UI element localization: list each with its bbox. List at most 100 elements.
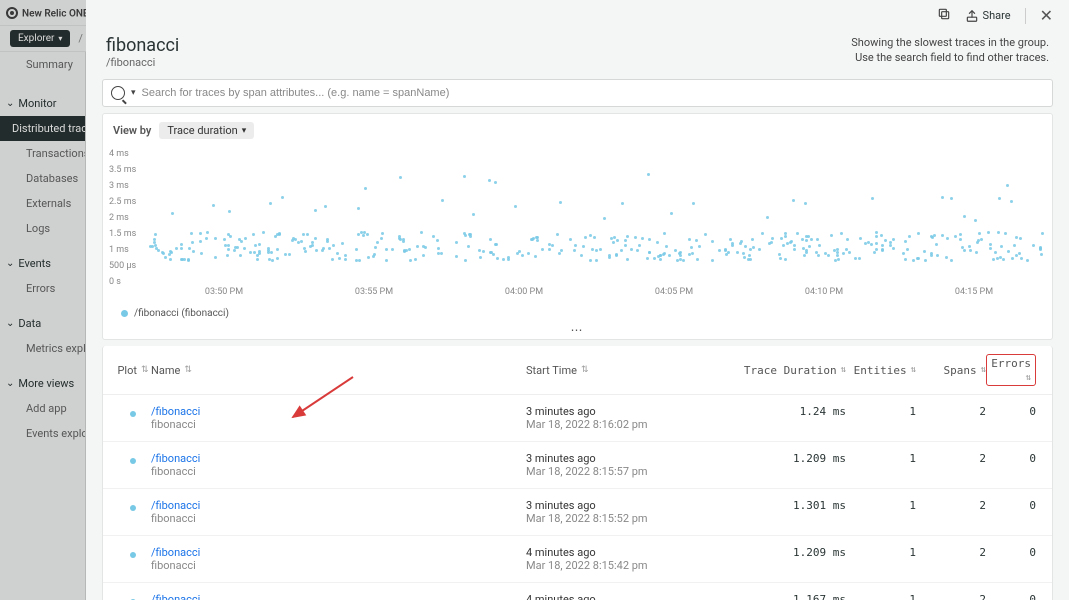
sidebar-item-errors[interactable]: Errors bbox=[0, 276, 85, 301]
search-input[interactable] bbox=[142, 87, 1044, 99]
copy-link-icon[interactable] bbox=[937, 7, 951, 24]
starttime-cell: 3 minutes agoMar 18, 2022 8:15:57 pm bbox=[526, 452, 716, 478]
viewby-dropdown[interactable]: Trace duration▾ bbox=[159, 122, 254, 139]
table-row[interactable]: /fibonaccifibonacci4 minutes agoMar 18, … bbox=[103, 536, 1052, 583]
name-cell: /fibonaccifibonacci bbox=[151, 546, 526, 572]
errors-cell: 0 bbox=[986, 405, 1040, 418]
x-tick-label: 03:50 PM bbox=[205, 287, 243, 297]
spans-cell: 2 bbox=[916, 405, 986, 418]
y-tick-label: 0 s bbox=[109, 277, 121, 287]
spans-cell: 2 bbox=[916, 452, 986, 465]
col-plot[interactable]: Plot⇅ bbox=[115, 354, 151, 386]
entities-cell: 1 bbox=[846, 405, 916, 418]
entities-cell: 1 bbox=[846, 452, 916, 465]
starttime-cell: 3 minutes agoMar 18, 2022 8:15:52 pm bbox=[526, 499, 716, 525]
entities-cell: 1 bbox=[846, 546, 916, 559]
col-spans[interactable]: Spans⇅ bbox=[916, 354, 986, 386]
table-row[interactable]: /fibonaccifibonacci4 minutes ago1.167 ms… bbox=[103, 583, 1052, 600]
col-entities[interactable]: Entities⇅ bbox=[846, 354, 916, 386]
duration-cell: 1.209 ms bbox=[716, 452, 846, 465]
plot-cell bbox=[115, 405, 151, 417]
viewby-label: View by bbox=[113, 124, 151, 137]
y-tick-label: 1.5 ms bbox=[109, 229, 136, 239]
starttime-cell: 4 minutes ago bbox=[526, 593, 716, 600]
table-row[interactable]: /fibonaccifibonacci3 minutes agoMar 18, … bbox=[103, 395, 1052, 442]
duration-cell: 1.301 ms bbox=[716, 499, 846, 512]
explorer-dropdown[interactable]: Explorer▾ bbox=[10, 30, 70, 47]
plot-dot-icon bbox=[130, 552, 136, 558]
y-tick-label: 2.5 ms bbox=[109, 197, 136, 207]
y-tick-label: 3 ms bbox=[109, 181, 129, 191]
errors-cell: 0 bbox=[986, 593, 1040, 600]
plot-dot-icon bbox=[130, 411, 136, 417]
x-tick-label: 04:00 PM bbox=[505, 287, 543, 297]
duration-cell: 1.209 ms bbox=[716, 546, 846, 559]
duration-cell: 1.167 ms bbox=[716, 593, 846, 600]
table-header: Plot⇅ Name⇅ Start Time⇅ Trace Duration⇅ … bbox=[103, 346, 1052, 395]
traces-table: Plot⇅ Name⇅ Start Time⇅ Trace Duration⇅ … bbox=[102, 346, 1053, 600]
breadcrumb-separator: / bbox=[78, 32, 83, 45]
sidebar-section-more-views[interactable]: ⌄More views bbox=[0, 371, 85, 396]
name-cell: /fibonaccifibonacci bbox=[151, 405, 526, 431]
name-cell: /fibonaccifibonacci bbox=[151, 593, 526, 600]
sidebar: Summary ⌄Monitor Distributed tracing Tra… bbox=[0, 52, 86, 600]
divider bbox=[1025, 8, 1026, 24]
errors-cell: 0 bbox=[986, 546, 1040, 559]
plot-cell bbox=[115, 499, 151, 511]
errors-cell: 0 bbox=[986, 452, 1040, 465]
sort-icon: ⇅ bbox=[141, 365, 149, 375]
duration-cell: 1.24 ms bbox=[716, 405, 846, 418]
x-tick-label: 04:05 PM bbox=[655, 287, 693, 297]
col-start-time[interactable]: Start Time⇅ bbox=[526, 354, 716, 386]
plot-dot-icon bbox=[130, 458, 136, 464]
x-tick-label: 03:55 PM bbox=[355, 287, 393, 297]
sidebar-item-databases[interactable]: Databases bbox=[0, 166, 85, 191]
trace-search[interactable]: ▾ bbox=[102, 79, 1053, 107]
y-tick-label: 500 µs bbox=[109, 261, 136, 271]
entities-cell: 1 bbox=[846, 593, 916, 600]
resize-handle-icon[interactable]: ⋯ bbox=[103, 323, 1052, 339]
sidebar-item-add-app[interactable]: Add app bbox=[0, 396, 85, 421]
chevron-down-icon: ⌄ bbox=[6, 318, 14, 329]
name-cell: /fibonaccifibonacci bbox=[151, 452, 526, 478]
starttime-cell: 4 minutes agoMar 18, 2022 8:15:42 pm bbox=[526, 546, 716, 572]
col-trace-duration[interactable]: Trace Duration⇅ bbox=[716, 354, 846, 386]
page-title: fibonacci bbox=[106, 35, 179, 56]
legend-swatch-icon bbox=[121, 310, 128, 317]
y-tick-label: 3.5 ms bbox=[109, 165, 136, 175]
sidebar-item-logs[interactable]: Logs bbox=[0, 216, 85, 241]
chevron-down-icon: ▾ bbox=[242, 126, 247, 136]
x-tick-label: 04:15 PM bbox=[955, 287, 993, 297]
col-name[interactable]: Name⇅ bbox=[151, 354, 526, 386]
sidebar-item-distributed-tracing[interactable]: Distributed tracing bbox=[0, 116, 85, 141]
sidebar-item-externals[interactable]: Externals bbox=[0, 191, 85, 216]
spans-cell: 2 bbox=[916, 546, 986, 559]
sidebar-section-monitor[interactable]: ⌄Monitor bbox=[0, 91, 85, 116]
table-row[interactable]: /fibonaccifibonacci3 minutes agoMar 18, … bbox=[103, 489, 1052, 536]
name-cell: /fibonaccifibonacci bbox=[151, 499, 526, 525]
col-errors[interactable]: Errors ⇅ bbox=[986, 354, 1040, 386]
y-tick-label: 4 ms bbox=[109, 149, 129, 159]
starttime-cell: 3 minutes agoMar 18, 2022 8:16:02 pm bbox=[526, 405, 716, 431]
spans-cell: 2 bbox=[916, 499, 986, 512]
chevron-down-icon[interactable]: ▾ bbox=[131, 88, 136, 98]
plot-dot-icon bbox=[130, 505, 136, 511]
sidebar-item-transactions[interactable]: Transactions bbox=[0, 141, 85, 166]
share-button[interactable]: Share bbox=[965, 9, 1011, 23]
sidebar-item-events-explorer[interactable]: Events explorer bbox=[0, 421, 85, 446]
sort-icon: ⇅ bbox=[184, 365, 192, 375]
main-panel: Share ✕ fibonacci /fibonacci Showing the… bbox=[86, 0, 1069, 600]
table-row[interactable]: /fibonaccifibonacci3 minutes agoMar 18, … bbox=[103, 442, 1052, 489]
sort-icon: ⇅ bbox=[581, 365, 589, 375]
chevron-down-icon: ⌄ bbox=[6, 258, 14, 269]
sidebar-section-events[interactable]: ⌄Events bbox=[0, 251, 85, 276]
sidebar-item-summary[interactable]: Summary bbox=[0, 52, 85, 77]
chevron-down-icon: ▾ bbox=[58, 34, 62, 43]
entities-cell: 1 bbox=[846, 499, 916, 512]
close-icon[interactable]: ✕ bbox=[1040, 6, 1053, 25]
page-subtitle: /fibonacci bbox=[106, 56, 179, 69]
sidebar-section-data[interactable]: ⌄Data bbox=[0, 311, 85, 336]
sidebar-item-metrics-explorer[interactable]: Metrics explorer bbox=[0, 336, 85, 361]
chevron-down-icon: ⌄ bbox=[6, 98, 14, 109]
scatter-chart[interactable]: 4 ms3.5 ms3 ms2.5 ms2 ms1.5 ms1 ms500 µs… bbox=[103, 148, 1052, 323]
